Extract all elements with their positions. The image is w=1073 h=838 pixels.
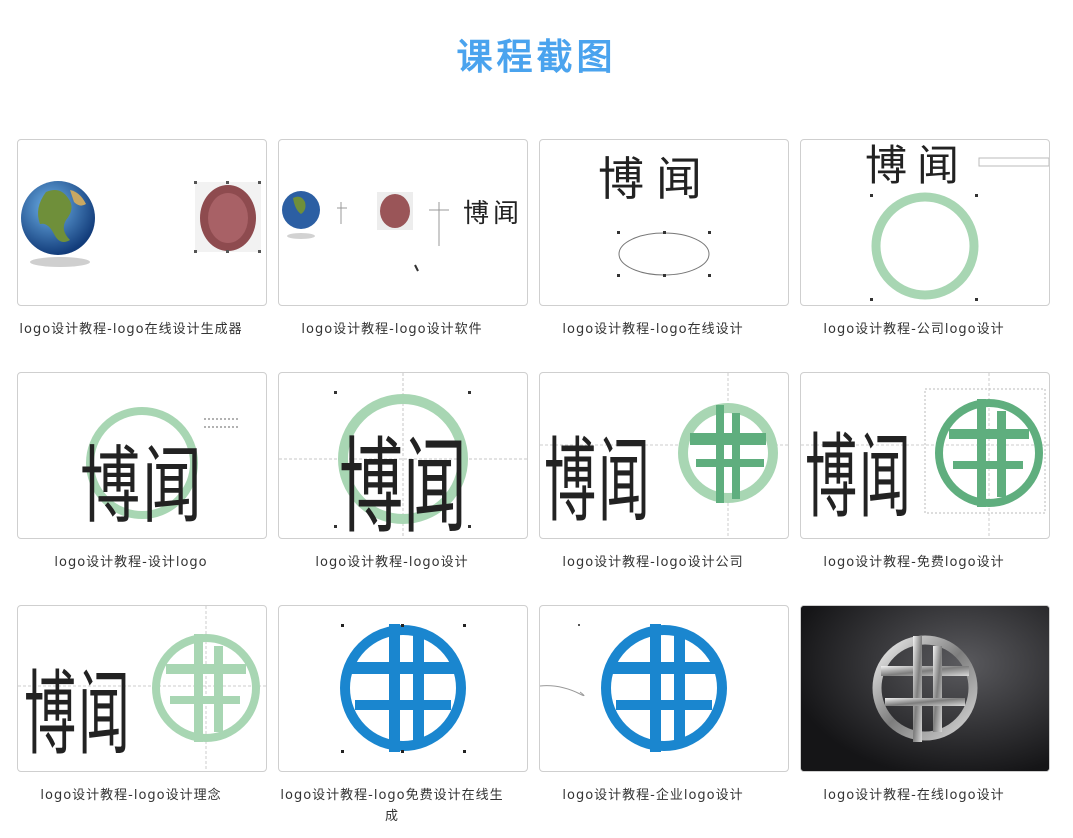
logo-text: 闻: [859, 424, 911, 531]
thumbnail[interactable]: 博 闻: [539, 139, 789, 306]
gallery-card: logo设计教程-企业logo设计: [539, 605, 789, 838]
gallery-card: logo设计教程-logo免费设计在线生成: [278, 605, 528, 838]
logo-text: 博: [463, 199, 489, 229]
text-and-light-emblem-icon: 博 闻: [18, 606, 266, 771]
thumbnail-caption: logo设计教程-在线logo设计: [823, 788, 1005, 803]
text-and-green-emblem-icon: 博 闻: [540, 373, 788, 538]
thumbnail[interactable]: [278, 605, 528, 772]
logo-text: 博: [865, 141, 907, 190]
thumbnail-caption: logo设计教程-免费logo设计: [823, 555, 1005, 570]
gallery-card: 博 闻 logo设计教程-logo在线设计: [539, 139, 789, 372]
blue-emblem-selected-icon: [340, 624, 466, 753]
thumbnail-caption: logo设计教程-logo在线设计: [562, 322, 744, 337]
thumbnail-caption: logo设计教程-logo在线设计生成器: [19, 322, 243, 337]
gallery-card: 博 闻 logo设计教程-免费logo设计: [800, 372, 1050, 605]
logo-text: 闻: [598, 428, 650, 535]
logo-text: 闻: [403, 426, 467, 538]
text-ring-icon: 博 闻: [865, 141, 1049, 301]
thumbnail-caption: logo设计教程-logo设计软件: [301, 322, 483, 337]
gallery-card: logo设计教程-logo在线设计生成器: [17, 139, 267, 372]
logo-text: 博: [80, 437, 140, 535]
logo-text: 博: [339, 426, 403, 538]
logo-text: 闻: [493, 199, 519, 229]
text-and-green-emblem-guides-icon: 博 闻: [801, 373, 1049, 538]
screenshot-gallery: logo设计教程-logo在线设计生成器 博 闻 logo设计教程-logo设计…: [17, 139, 1050, 838]
thumbnail[interactable]: 博 闻: [800, 372, 1050, 539]
earth-globe-and-seal-icon: [21, 181, 261, 267]
logo-text: 闻: [917, 141, 959, 190]
gallery-card: 博 闻 logo设计教程-设计logo: [17, 372, 267, 605]
logo-text: 博: [24, 661, 76, 768]
thumbnail-caption: logo设计教程-企业logo设计: [562, 788, 744, 803]
thumbnail[interactable]: [800, 605, 1050, 772]
logo-text: 博: [805, 424, 857, 531]
blue-emblem-icon: [540, 624, 727, 752]
thumbnail-caption: logo设计教程-logo设计公司: [562, 555, 744, 570]
thumbnail[interactable]: 博 闻: [800, 139, 1050, 306]
thumbnail[interactable]: [539, 605, 789, 772]
logo-text: 博: [598, 152, 644, 206]
logo-text: 闻: [656, 152, 702, 206]
thumbnail[interactable]: [17, 139, 267, 306]
text-ellipse-icon: 博 闻: [598, 152, 711, 277]
logo-text: 闻: [78, 661, 130, 768]
gallery-card: logo设计教程-在线logo设计: [800, 605, 1050, 838]
page-title: 课程截图: [456, 37, 617, 78]
gallery-card: 博 闻 logo设计教程-logo设计公司: [539, 372, 789, 605]
globe-seal-text-icon: 博 闻: [282, 191, 519, 272]
metal-emblem-dark-icon: [801, 606, 1049, 771]
thumbnail-caption: logo设计教程-logo设计: [315, 555, 469, 570]
gallery-card: 博 闻 logo设计教程-公司logo设计: [800, 139, 1050, 372]
thumbnail-caption: logo设计教程-logo设计理念: [40, 788, 222, 803]
thumbnail[interactable]: 博 闻: [539, 372, 789, 539]
thumbnail-caption: logo设计教程-设计logo: [54, 555, 208, 570]
gallery-card: 博 闻 logo设计教程-logo设计软件: [278, 139, 528, 372]
gallery-card: 博 闻 logo设计教程-logo设计理念: [17, 605, 267, 838]
thumbnail[interactable]: 博 闻: [17, 605, 267, 772]
text-on-ring-guides-icon: 博 闻: [279, 373, 527, 538]
gallery-card: 博 闻 logo设计教程-logo设计: [278, 372, 528, 605]
thumbnail[interactable]: 博 闻: [278, 372, 528, 539]
text-on-ring-icon: 博 闻: [80, 407, 240, 535]
thumbnail-caption: logo设计教程-公司logo设计: [823, 322, 1005, 337]
thumbnail[interactable]: 博 闻: [17, 372, 267, 539]
thumbnail-caption: logo设计教程-logo免费设计在线生成: [280, 788, 504, 824]
logo-text: 博: [544, 428, 596, 535]
logo-text: 闻: [142, 437, 202, 535]
thumbnail[interactable]: 博 闻: [278, 139, 528, 306]
